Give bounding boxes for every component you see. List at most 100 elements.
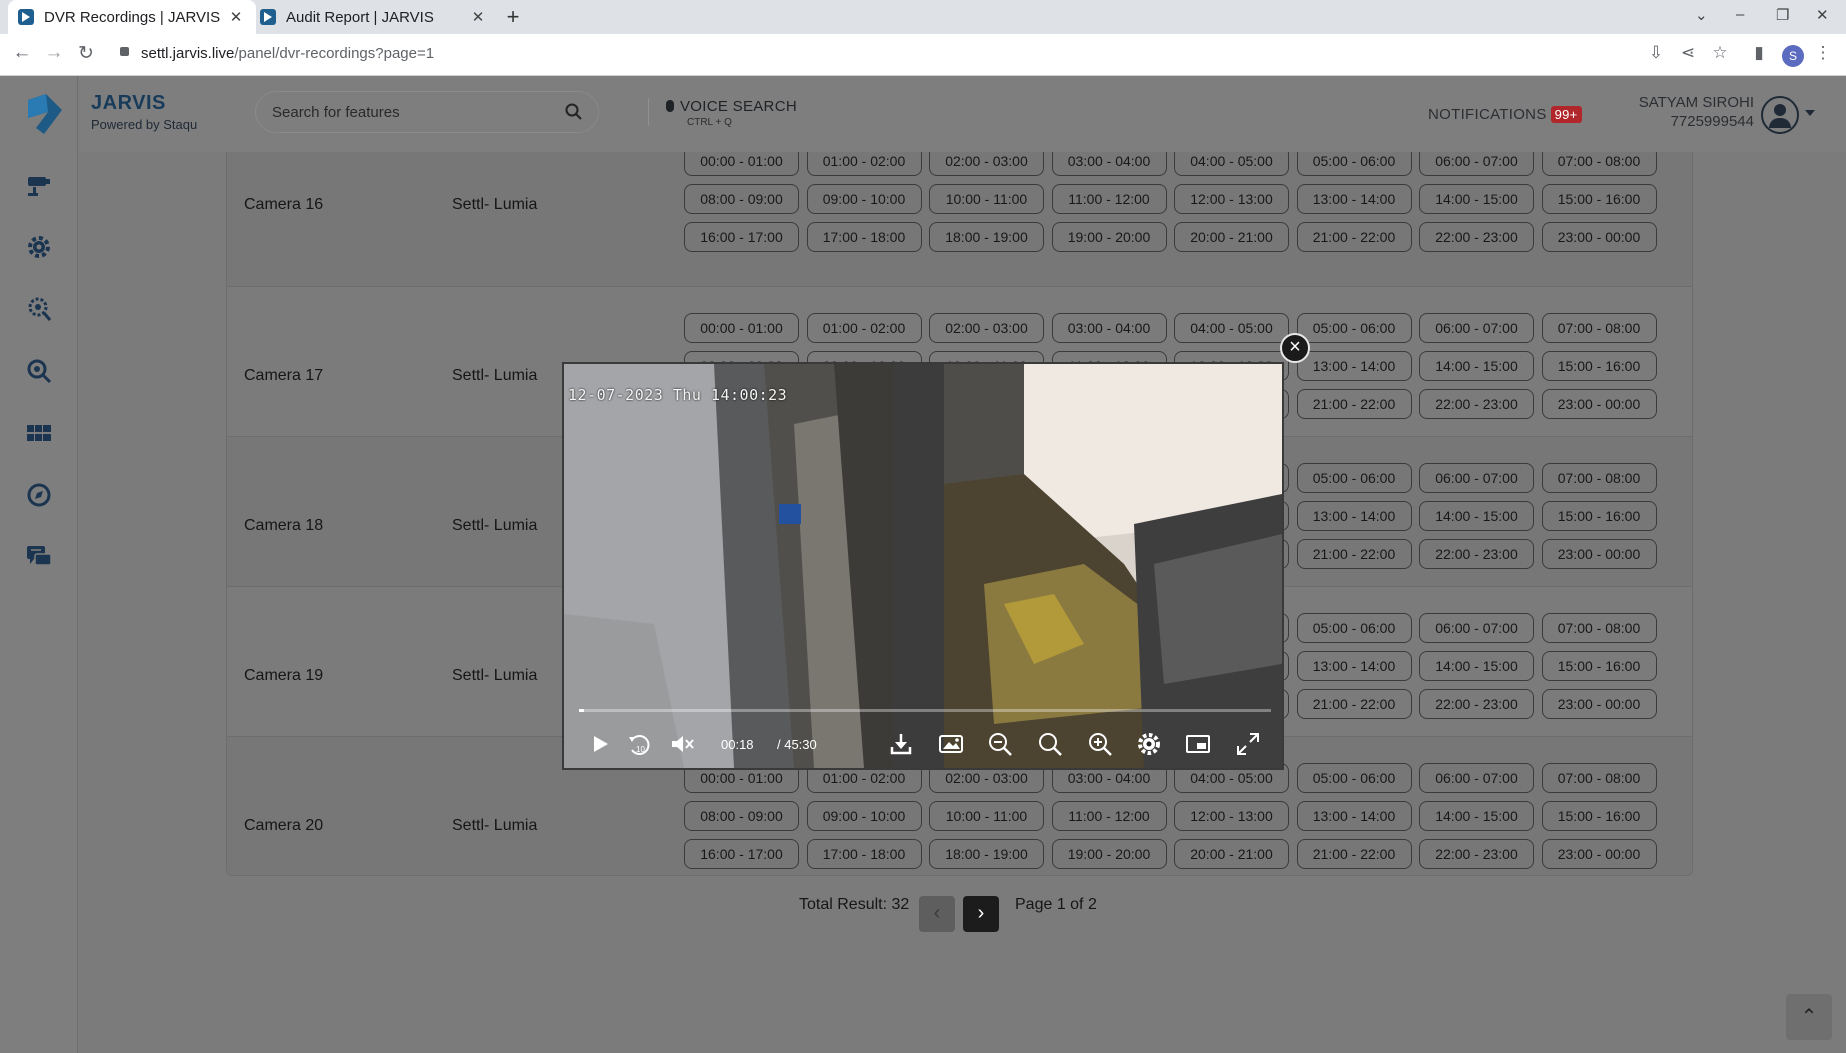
time-slot-button[interactable]: 21:00 - 22:00 bbox=[1296, 689, 1412, 719]
previous-page-button[interactable]: ‹ bbox=[919, 896, 955, 932]
time-slot-button[interactable]: 06:00 - 07:00 bbox=[1419, 313, 1534, 343]
time-slot-button[interactable]: 23:00 - 00:00 bbox=[1541, 389, 1657, 419]
close-player-button[interactable]: × bbox=[1280, 333, 1310, 363]
time-slot-button[interactable]: 12:00 - 13:00 bbox=[1174, 184, 1289, 214]
time-slot-button[interactable]: 05:00 - 06:00 bbox=[1296, 763, 1412, 793]
time-slot-button[interactable]: 10:00 - 11:00 bbox=[929, 801, 1044, 831]
time-slot-button[interactable]: 20:00 - 21:00 bbox=[1174, 839, 1289, 869]
time-slot-button[interactable]: 04:00 - 05:00 bbox=[1174, 313, 1289, 343]
time-slot-button[interactable]: 05:00 - 06:00 bbox=[1296, 152, 1412, 176]
time-slot-button[interactable]: 23:00 - 00:00 bbox=[1541, 539, 1657, 569]
time-slot-button[interactable]: 01:00 - 02:00 bbox=[806, 152, 922, 176]
time-slot-button[interactable]: 07:00 - 08:00 bbox=[1541, 152, 1657, 176]
time-slot-button[interactable]: 14:00 - 15:00 bbox=[1419, 501, 1534, 531]
notifications-button[interactable]: NOTIFICATIONS 99+ bbox=[1428, 106, 1582, 123]
back-arrow-icon[interactable]: ← bbox=[10, 42, 34, 64]
window-close-icon[interactable]: ✕ bbox=[1816, 6, 1829, 24]
time-slot-button[interactable]: 14:00 - 15:00 bbox=[1419, 651, 1534, 681]
time-slot-button[interactable]: 00:00 - 01:00 bbox=[684, 313, 799, 343]
time-slot-button[interactable]: 13:00 - 14:00 bbox=[1296, 184, 1412, 214]
time-slot-button[interactable]: 06:00 - 07:00 bbox=[1419, 463, 1534, 493]
time-slot-button[interactable]: 03:00 - 04:00 bbox=[1051, 152, 1167, 176]
forward-arrow-icon[interactable]: → bbox=[42, 42, 66, 64]
time-slot-button[interactable]: 22:00 - 23:00 bbox=[1419, 689, 1534, 719]
time-slot-button[interactable]: 16:00 - 17:00 bbox=[684, 839, 799, 869]
close-tab-icon[interactable]: ✕ bbox=[468, 8, 488, 26]
time-slot-button[interactable]: 22:00 - 23:00 bbox=[1419, 389, 1534, 419]
time-slot-button[interactable]: 14:00 - 15:00 bbox=[1419, 351, 1534, 381]
time-slot-button[interactable]: 12:00 - 13:00 bbox=[1174, 801, 1289, 831]
time-slot-button[interactable]: 00:00 - 01:00 bbox=[684, 152, 799, 176]
time-slot-button[interactable]: 22:00 - 23:00 bbox=[1419, 539, 1534, 569]
time-slot-button[interactable]: 20:00 - 21:00 bbox=[1174, 222, 1289, 252]
settings-icon[interactable] bbox=[1135, 730, 1163, 758]
time-slot-button[interactable]: 01:00 - 02:00 bbox=[806, 313, 922, 343]
side-panel-icon[interactable]: ▮ bbox=[1748, 43, 1770, 63]
time-slot-button[interactable]: 05:00 - 06:00 bbox=[1296, 463, 1412, 493]
time-slot-button[interactable]: 21:00 - 22:00 bbox=[1296, 222, 1412, 252]
time-slot-button[interactable]: 13:00 - 14:00 bbox=[1296, 801, 1412, 831]
browser-profile-avatar[interactable]: S bbox=[1782, 45, 1804, 67]
time-slot-button[interactable]: 11:00 - 12:00 bbox=[1051, 184, 1167, 214]
play-icon[interactable] bbox=[586, 730, 614, 758]
time-slot-button[interactable]: 14:00 - 15:00 bbox=[1419, 184, 1534, 214]
time-slot-button[interactable]: 21:00 - 22:00 bbox=[1296, 389, 1412, 419]
chat-icon[interactable] bbox=[25, 543, 53, 571]
settings-gear-icon[interactable] bbox=[25, 233, 53, 261]
time-slot-button[interactable]: 08:00 - 09:00 bbox=[684, 801, 799, 831]
time-slot-button[interactable]: 10:00 - 11:00 bbox=[929, 184, 1044, 214]
time-slot-button[interactable]: 22:00 - 23:00 bbox=[1419, 839, 1534, 869]
mute-icon[interactable] bbox=[668, 730, 696, 758]
time-slot-button[interactable]: 16:00 - 17:00 bbox=[684, 222, 799, 252]
scroll-to-top-button[interactable]: ⌃ bbox=[1786, 994, 1832, 1040]
time-slot-button[interactable]: 05:00 - 06:00 bbox=[1296, 613, 1412, 643]
time-slot-button[interactable]: 07:00 - 08:00 bbox=[1541, 313, 1657, 343]
picture-in-picture-icon[interactable] bbox=[1184, 730, 1212, 758]
zoom-in-icon[interactable] bbox=[1086, 730, 1114, 758]
tab-dvr-recordings[interactable]: DVR Recordings | JARVIS ✕ bbox=[8, 0, 256, 34]
time-slot-button[interactable]: 03:00 - 04:00 bbox=[1051, 313, 1167, 343]
camera-icon[interactable] bbox=[25, 171, 53, 199]
time-slot-button[interactable]: 06:00 - 07:00 bbox=[1419, 763, 1534, 793]
zoom-reset-icon[interactable] bbox=[1036, 730, 1064, 758]
user-menu-caret-icon[interactable] bbox=[1805, 110, 1815, 116]
bookmark-star-icon[interactable]: ☆ bbox=[1709, 43, 1731, 63]
time-slot-button[interactable]: 09:00 - 10:00 bbox=[806, 801, 922, 831]
time-slot-button[interactable]: 17:00 - 18:00 bbox=[806, 222, 922, 252]
url-field[interactable]: settl.jarvis.live/panel/dvr-recordings?p… bbox=[141, 45, 434, 62]
snapshot-icon[interactable] bbox=[937, 730, 965, 758]
time-slot-button[interactable]: 06:00 - 07:00 bbox=[1419, 613, 1534, 643]
new-tab-button[interactable]: + bbox=[500, 4, 526, 30]
share-icon[interactable]: ⋖ bbox=[1677, 43, 1699, 63]
feature-search-input[interactable]: Search for features bbox=[255, 91, 599, 133]
time-slot-button[interactable]: 04:00 - 05:00 bbox=[1174, 152, 1289, 176]
video-player[interactable]: 12-07-2023 Thu 14:00:23 10 00:18 / 45:30 bbox=[562, 362, 1284, 770]
time-slot-button[interactable]: 15:00 - 16:00 bbox=[1541, 801, 1657, 831]
time-slot-button[interactable]: 02:00 - 03:00 bbox=[929, 152, 1044, 176]
next-page-button[interactable]: › bbox=[963, 896, 999, 932]
minimize-icon[interactable]: – bbox=[1736, 6, 1744, 23]
time-slot-button[interactable]: 02:00 - 03:00 bbox=[929, 313, 1044, 343]
time-slot-button[interactable]: 19:00 - 20:00 bbox=[1051, 222, 1167, 252]
time-slot-button[interactable]: 23:00 - 00:00 bbox=[1541, 839, 1657, 869]
time-slot-button[interactable]: 05:00 - 06:00 bbox=[1296, 313, 1412, 343]
zoom-out-icon[interactable] bbox=[986, 730, 1014, 758]
time-slot-button[interactable]: 19:00 - 20:00 bbox=[1051, 839, 1167, 869]
close-tab-icon[interactable]: ✕ bbox=[226, 8, 246, 26]
tab-audit-report[interactable]: Audit Report | JARVIS ✕ bbox=[250, 0, 498, 34]
time-slot-button[interactable]: 09:00 - 10:00 bbox=[806, 184, 922, 214]
time-slot-button[interactable]: 08:00 - 09:00 bbox=[684, 184, 799, 214]
jarvis-logo-icon[interactable] bbox=[24, 92, 66, 136]
time-slot-button[interactable]: 18:00 - 19:00 bbox=[929, 839, 1044, 869]
time-slot-button[interactable]: 23:00 - 00:00 bbox=[1541, 222, 1657, 252]
time-slot-button[interactable]: 07:00 - 08:00 bbox=[1541, 463, 1657, 493]
time-slot-button[interactable]: 18:00 - 19:00 bbox=[929, 222, 1044, 252]
grid-icon[interactable] bbox=[25, 419, 53, 447]
tab-search-icon[interactable]: ⌄ bbox=[1695, 6, 1708, 24]
time-slot-button[interactable]: 07:00 - 08:00 bbox=[1541, 763, 1657, 793]
fullscreen-icon[interactable] bbox=[1234, 730, 1262, 758]
time-slot-button[interactable]: 15:00 - 16:00 bbox=[1541, 184, 1657, 214]
time-slot-button[interactable]: 23:00 - 00:00 bbox=[1541, 689, 1657, 719]
time-slot-button[interactable]: 13:00 - 14:00 bbox=[1296, 651, 1412, 681]
time-slot-button[interactable]: 06:00 - 07:00 bbox=[1419, 152, 1534, 176]
